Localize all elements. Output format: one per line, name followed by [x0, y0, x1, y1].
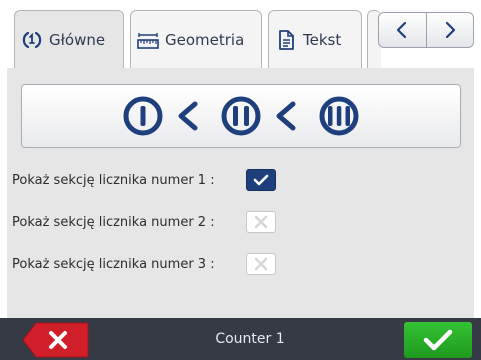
tab-strip: Główne Geometria Tekst — [0, 0, 481, 68]
document-icon — [275, 29, 297, 51]
section-2-checkbox[interactable] — [246, 211, 276, 233]
tab-glowne[interactable]: Główne — [14, 10, 124, 68]
section-3-label: Pokaż sekcję licznika numer 3 : — [12, 256, 215, 272]
tab-label: Główne — [49, 30, 106, 49]
section-3-checkbox[interactable] — [246, 253, 276, 275]
cancel-button[interactable] — [22, 322, 90, 358]
section-3-icon — [319, 96, 359, 136]
tab-geometria[interactable]: Geometria — [130, 10, 262, 68]
section-2-row: Pokaż sekcję licznika numer 2 : — [7, 208, 276, 236]
section-order-button[interactable] — [21, 84, 461, 148]
section-1-icon — [123, 96, 163, 136]
tab-label: Geometria — [165, 30, 245, 49]
section-1-label: Pokaż sekcję licznika numer 1 : — [12, 172, 215, 188]
screen-title: Counter 1 — [215, 331, 285, 347]
ok-button[interactable] — [404, 322, 472, 358]
counter-order-icon — [21, 29, 43, 51]
section-2-label: Pokaż sekcję licznika numer 2 : — [12, 214, 215, 230]
less-than-icon — [276, 101, 296, 131]
less-than-icon — [178, 101, 198, 131]
settings-panel: Pokaż sekcję licznika numer 1 : Pokaż se… — [7, 68, 474, 318]
section-1-row: Pokaż sekcję licznika numer 1 : — [7, 166, 276, 194]
tab-tekst[interactable]: Tekst — [268, 10, 362, 68]
bottom-bar: Counter 1 — [0, 318, 481, 360]
check-icon — [253, 174, 269, 186]
tab-prev-button[interactable] — [379, 13, 426, 47]
chevron-left-icon — [397, 21, 407, 39]
section-order-graphic — [123, 96, 359, 136]
tab-scroll-buttons — [378, 12, 474, 48]
ruler-icon — [137, 29, 159, 51]
check-icon — [423, 329, 453, 351]
tab-label: Tekst — [303, 30, 342, 49]
section-2-icon — [221, 96, 261, 136]
cross-icon — [254, 215, 268, 229]
chevron-right-icon — [445, 21, 455, 39]
section-3-row: Pokaż sekcję licznika numer 3 : — [7, 250, 276, 278]
tab-next-button[interactable] — [425, 13, 474, 47]
section-1-checkbox[interactable] — [246, 169, 276, 191]
cross-icon — [254, 257, 268, 271]
